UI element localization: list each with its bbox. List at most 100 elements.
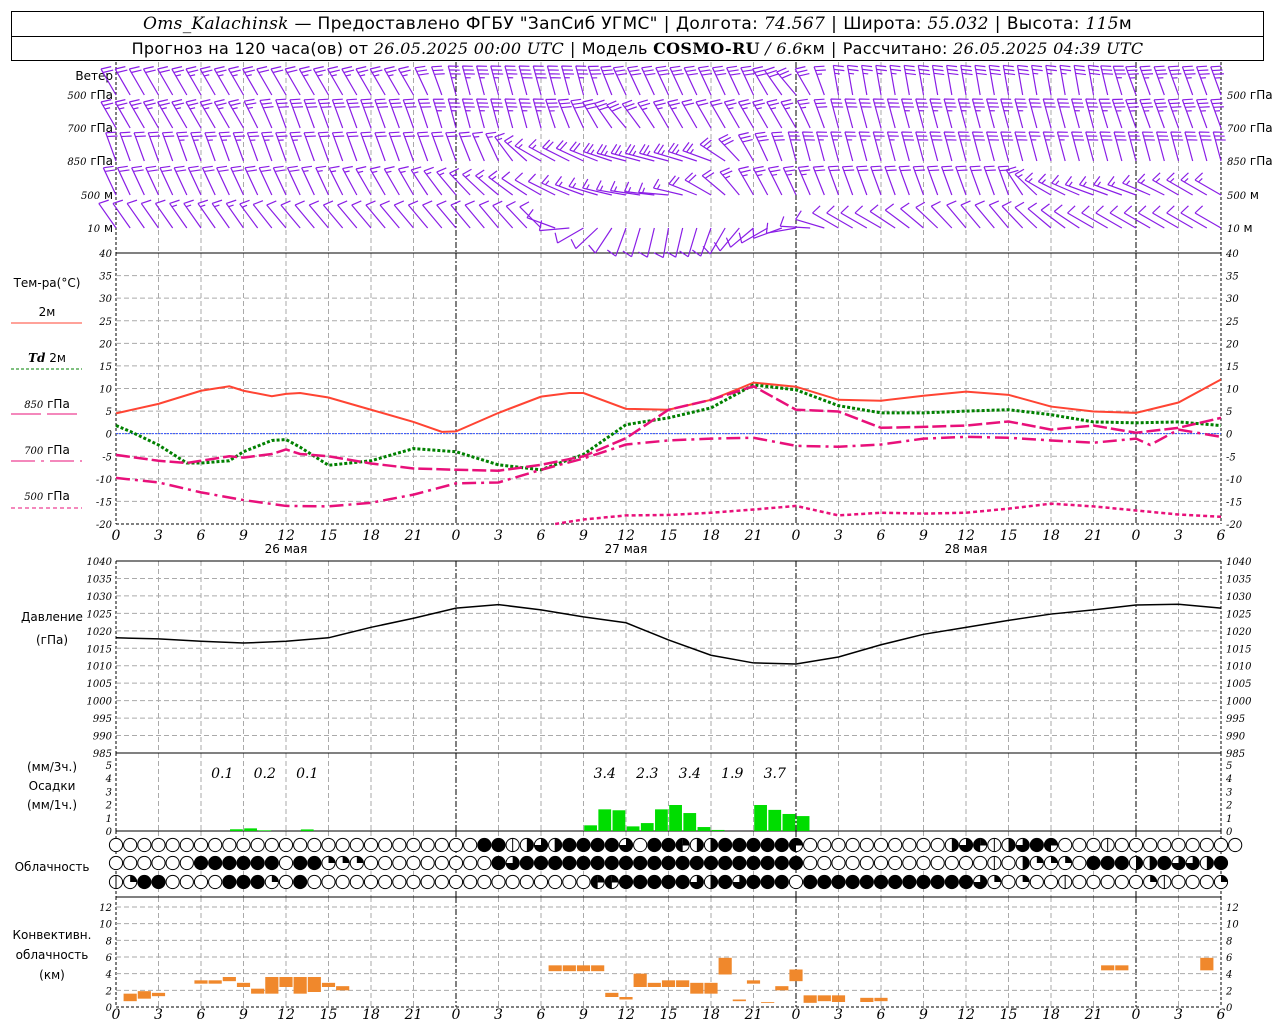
cloud-cover-symbol — [760, 874, 775, 890]
cloud-cover-symbol — [434, 874, 449, 890]
cloud-cover-symbol — [916, 855, 931, 871]
wind-barb — [1098, 98, 1112, 129]
cloud-cover-symbol — [278, 837, 294, 853]
cloud-cover-symbol — [222, 855, 237, 871]
cloud-circle — [633, 874, 648, 890]
cloud-cover-symbol — [448, 837, 464, 853]
cloud-cover-symbol — [1199, 874, 1214, 890]
wind-barb — [1002, 64, 1016, 96]
cloud-cover-symbol — [1072, 855, 1087, 871]
cloud-cover-symbol — [845, 874, 860, 890]
cloud-cover-symbol — [378, 837, 393, 853]
wind-barb — [185, 66, 202, 96]
cloud-circle — [1185, 837, 1200, 853]
pressure-tick-left: 1005 — [87, 679, 112, 690]
cloud-circle — [774, 874, 789, 890]
cloud-cover-symbol — [363, 874, 379, 890]
cloud-circle — [661, 874, 676, 890]
cloud-circle — [774, 855, 789, 871]
td-level: 2м — [49, 351, 66, 365]
wind-barb — [185, 99, 202, 129]
cloud-cover-symbol — [463, 855, 478, 871]
wind-barb — [771, 131, 785, 162]
conv-tick-left: 12 — [99, 903, 112, 914]
cloud-cover-symbol — [760, 855, 775, 871]
cloud-circle — [448, 837, 464, 853]
wind-barb — [917, 64, 931, 96]
cloud-cover-symbol — [1058, 837, 1073, 853]
cloud-cover-symbol — [930, 837, 945, 853]
cloud-cover-symbol — [1100, 855, 1115, 871]
cloud-circle — [491, 855, 506, 871]
cloud-circle — [151, 855, 166, 871]
cloud-fill — [1051, 856, 1058, 863]
hour-tick-label: 3 — [494, 528, 503, 544]
cloud-cover-symbol — [689, 874, 704, 890]
cloud-cover-symbol — [1058, 874, 1073, 890]
pressure-tick-right: 1015 — [1226, 644, 1251, 655]
convective-cloud-bar — [860, 997, 874, 1002]
temp-tick-left: 40 — [98, 249, 112, 260]
hour-tick-label-bottom: 0 — [112, 1007, 121, 1023]
wind-barb — [1037, 173, 1066, 196]
wind-barb — [752, 165, 769, 196]
precip-tick-left: 5 — [106, 761, 112, 772]
cloud-cover-symbol — [661, 837, 676, 853]
cloud-fill — [1206, 856, 1214, 870]
cloud-circle — [1100, 874, 1115, 890]
cloud-circle — [859, 837, 874, 853]
precip-tick-left: 4 — [105, 774, 112, 785]
cloud-cover-symbol — [774, 874, 789, 890]
wind-barb — [971, 131, 985, 162]
cloud-circle — [222, 837, 237, 853]
wind-barb — [301, 165, 315, 196]
cloud-circle — [718, 855, 733, 871]
pressure-tick-right: 1040 — [1226, 557, 1252, 568]
precip-bar — [711, 829, 725, 831]
wind-barb — [588, 227, 613, 254]
convective-cloud-bar — [151, 992, 166, 997]
convective-cloud-bar — [817, 995, 831, 1002]
wind-barb — [1139, 65, 1154, 96]
cloud-cover-symbol — [548, 874, 563, 890]
cloud-circle — [448, 855, 464, 871]
wind-barb — [1000, 98, 1014, 129]
cloud-circle — [1072, 837, 1087, 853]
hour-tick-label-bottom: 6 — [877, 1007, 886, 1023]
convective-cloud-bar — [208, 980, 222, 984]
cloud-cover-symbol — [193, 874, 209, 890]
cloud-cover-symbol — [335, 855, 350, 871]
date-label: 27 мая — [605, 542, 648, 556]
wind-barb — [1053, 204, 1080, 229]
cloud-fill — [1044, 838, 1051, 852]
cloud-circle — [973, 855, 988, 871]
cloud-circle — [1029, 837, 1044, 853]
wind-level-label-right: 700 гПа — [1227, 121, 1273, 135]
wind-barb — [1181, 98, 1196, 129]
conv-title-1: Конвективн. — [13, 928, 92, 942]
cloud-cover-symbol — [576, 837, 591, 853]
precip-tick-left: 3 — [106, 787, 112, 798]
cloud-cover-symbol — [505, 837, 520, 853]
wind-barb — [230, 165, 245, 196]
cloud-cover-symbol — [1128, 837, 1144, 853]
cloud-cover-symbol — [278, 874, 294, 890]
temp-tick-right: 20 — [1225, 339, 1239, 350]
cloud-cover-symbol — [293, 874, 308, 890]
wind-level-unit: м — [1246, 188, 1259, 202]
wind-barb — [450, 200, 471, 229]
wind-level-num: 700 — [67, 124, 87, 135]
cloud-circle — [930, 855, 945, 871]
wind-barb — [1127, 131, 1141, 162]
wind-barb — [974, 64, 987, 96]
cloud-circle — [434, 855, 449, 871]
wind-barb — [1153, 98, 1168, 129]
wind-barb — [417, 98, 432, 129]
cloud-circle — [831, 837, 846, 853]
wind-level-label-right: 500 гПа — [1227, 88, 1273, 102]
wind-level-num: 500 — [81, 191, 101, 202]
hour-tick-label-bottom: 21 — [404, 1007, 423, 1023]
cloud-cover-symbol — [873, 874, 889, 890]
convective-cloud-bar — [704, 982, 718, 994]
hour-tick-label: 9 — [919, 528, 928, 544]
